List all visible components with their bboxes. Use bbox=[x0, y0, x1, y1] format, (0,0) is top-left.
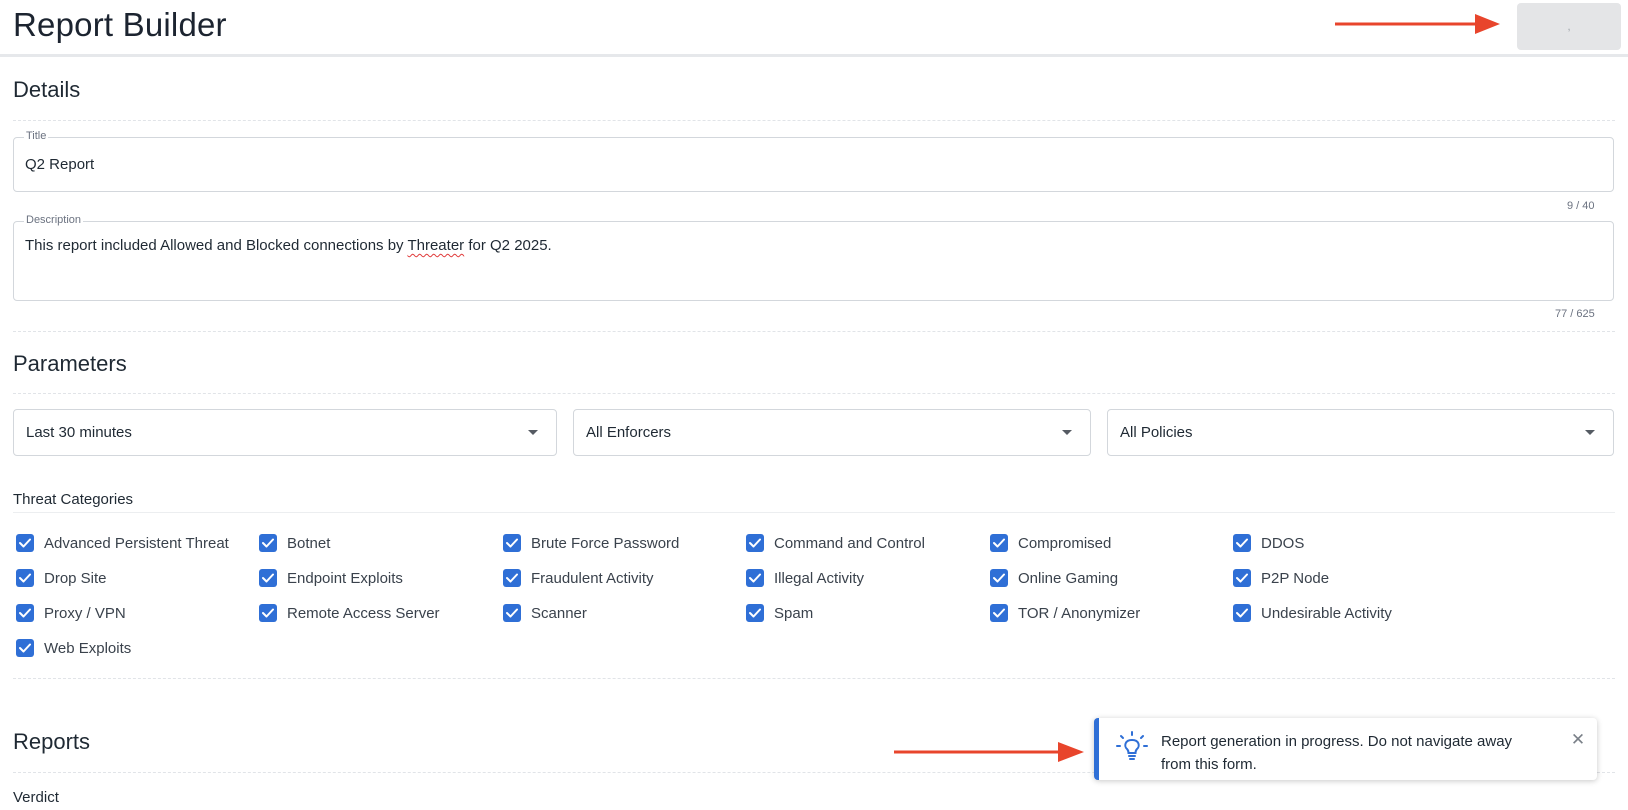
checkmark-icon[interactable] bbox=[16, 569, 34, 587]
threat-categories-rule bbox=[13, 512, 1615, 513]
checkmark-icon[interactable] bbox=[259, 604, 277, 622]
checkbox-label: Remote Access Server bbox=[287, 604, 440, 622]
checkmark-icon[interactable] bbox=[990, 569, 1008, 587]
checkbox-label: Web Exploits bbox=[44, 639, 132, 657]
checkbox-advanced-persistent-threat[interactable]: Advanced Persistent Threat bbox=[16, 532, 229, 554]
details-section-title: Details bbox=[13, 77, 81, 102]
description-field-label: Description bbox=[24, 214, 84, 226]
checkmark-icon[interactable] bbox=[503, 534, 521, 552]
checkbox-scanner[interactable]: Scanner bbox=[503, 602, 587, 624]
checkbox-illegal-activity[interactable]: Illegal Activity bbox=[746, 567, 864, 589]
checkmark-icon[interactable] bbox=[746, 604, 764, 622]
checkbox-tor-anonymizer[interactable]: TOR / Anonymizer bbox=[990, 602, 1140, 624]
enforcers-select[interactable]: All Enforcers bbox=[573, 409, 1091, 456]
parameters-divider bbox=[13, 393, 1615, 394]
policies-value: All Policies bbox=[1120, 424, 1193, 441]
checkmark-icon[interactable] bbox=[990, 604, 1008, 622]
checkbox-online-gaming[interactable]: Online Gaming bbox=[990, 567, 1118, 589]
description-char-counter: 77 / 625 bbox=[1555, 308, 1595, 320]
checkbox-label: TOR / Anonymizer bbox=[1018, 604, 1141, 622]
chevron-down-icon bbox=[1062, 430, 1072, 435]
header-action-button[interactable]: , bbox=[1517, 3, 1621, 50]
checkbox-spam[interactable]: Spam bbox=[746, 602, 813, 624]
toast-message: Report generation in progress. Do not na… bbox=[1161, 733, 1513, 773]
threat-categories-title: Threat Categories bbox=[13, 491, 134, 508]
checkbox-drop-site[interactable]: Drop Site bbox=[16, 567, 107, 589]
checkbox-fraudulent-activity[interactable]: Fraudulent Activity bbox=[503, 567, 654, 589]
checkmark-icon[interactable] bbox=[746, 569, 764, 587]
checkbox-label: Undesirable Activity bbox=[1261, 604, 1392, 622]
parameters-section-title: Parameters bbox=[13, 351, 127, 376]
parameters-divider-top bbox=[13, 331, 1615, 332]
close-icon[interactable]: ✕ bbox=[1569, 731, 1587, 749]
checkmark-icon[interactable] bbox=[990, 534, 1008, 552]
details-divider bbox=[13, 120, 1615, 121]
checkmark-icon[interactable] bbox=[1233, 604, 1251, 622]
checkbox-label: Command and Control bbox=[774, 534, 925, 552]
page-title: Report Builder bbox=[13, 6, 227, 43]
checkmark-icon[interactable] bbox=[259, 569, 277, 587]
checkbox-label: Advanced Persistent Threat bbox=[44, 534, 229, 552]
checkbox-brute-force-password[interactable]: Brute Force Password bbox=[503, 532, 679, 554]
lightbulb-icon bbox=[1116, 730, 1148, 764]
checkbox-endpoint-exploits[interactable]: Endpoint Exploits bbox=[259, 567, 403, 589]
checkbox-label: Scanner bbox=[531, 604, 587, 622]
checkbox-undesirable-activity[interactable]: Undesirable Activity bbox=[1233, 602, 1392, 624]
checkmark-icon[interactable] bbox=[746, 534, 764, 552]
checkbox-label: Brute Force Password bbox=[531, 534, 680, 552]
checkmark-icon[interactable] bbox=[259, 534, 277, 552]
checkbox-label: DDOS bbox=[1261, 534, 1305, 552]
policies-select[interactable]: All Policies bbox=[1107, 409, 1614, 456]
checkmark-icon[interactable] bbox=[503, 569, 521, 587]
time-range-select[interactable]: Last 30 minutes bbox=[13, 409, 557, 456]
title-field-label: Title bbox=[24, 130, 49, 142]
annotation-arrow-icon bbox=[894, 740, 1084, 764]
annotation-arrow-icon bbox=[1335, 12, 1500, 36]
checkbox-botnet[interactable]: Botnet bbox=[259, 532, 330, 554]
checkbox-proxy-vpn[interactable]: Proxy / VPN bbox=[16, 602, 126, 624]
description-text-start: This report included Allowed and Blocked… bbox=[25, 237, 408, 254]
progress-toast: Report generation in progress. Do not na… bbox=[1094, 718, 1597, 780]
chevron-down-icon bbox=[1585, 430, 1595, 435]
checkmark-icon[interactable] bbox=[503, 604, 521, 622]
checkmark-icon[interactable] bbox=[16, 639, 34, 657]
checkbox-label: Botnet bbox=[287, 534, 331, 552]
checkbox-compromised[interactable]: Compromised bbox=[990, 532, 1111, 554]
chevron-down-icon bbox=[528, 430, 538, 435]
checkbox-label: Proxy / VPN bbox=[44, 604, 126, 622]
checkmark-icon[interactable] bbox=[1233, 569, 1251, 587]
title-field[interactable]: Title Q2 Report bbox=[13, 130, 1614, 192]
checkbox-ddos[interactable]: DDOS bbox=[1233, 532, 1304, 554]
checkmark-icon[interactable] bbox=[16, 604, 34, 622]
checkbox-label: Spam bbox=[774, 604, 814, 622]
checkmark-icon[interactable] bbox=[16, 534, 34, 552]
time-range-value: Last 30 minutes bbox=[26, 424, 132, 441]
description-input-value[interactable]: This report included Allowed and Blocked… bbox=[25, 237, 552, 254]
enforcers-value: All Enforcers bbox=[586, 424, 672, 441]
verdict-label: Verdict bbox=[13, 789, 59, 806]
description-text-end: for Q2 2025. bbox=[464, 237, 552, 254]
checkbox-web-exploits[interactable]: Web Exploits bbox=[16, 637, 131, 659]
reports-divider-top bbox=[13, 678, 1615, 679]
checkbox-label: Compromised bbox=[1018, 534, 1112, 552]
description-misspelled-word: Threater bbox=[407, 237, 465, 254]
description-field[interactable]: Description This report included Allowed… bbox=[13, 214, 1614, 301]
checkbox-remote-access-server[interactable]: Remote Access Server bbox=[259, 602, 440, 624]
checkbox-label: Fraudulent Activity bbox=[531, 569, 654, 587]
checkbox-label: Illegal Activity bbox=[774, 569, 865, 587]
checkbox-command-and-control[interactable]: Command and Control bbox=[746, 532, 925, 554]
reports-section-title: Reports bbox=[13, 729, 91, 754]
checkbox-label: Online Gaming bbox=[1018, 569, 1119, 587]
title-input-value[interactable]: Q2 Report bbox=[25, 156, 94, 173]
checkmark-icon[interactable] bbox=[1233, 534, 1251, 552]
title-char-counter: 9 / 40 bbox=[1567, 200, 1595, 212]
checkbox-label: Drop Site bbox=[44, 569, 107, 587]
checkbox-p2p-node[interactable]: P2P Node bbox=[1233, 567, 1329, 589]
checkbox-label: Endpoint Exploits bbox=[287, 569, 403, 587]
checkbox-label: P2P Node bbox=[1261, 569, 1330, 587]
